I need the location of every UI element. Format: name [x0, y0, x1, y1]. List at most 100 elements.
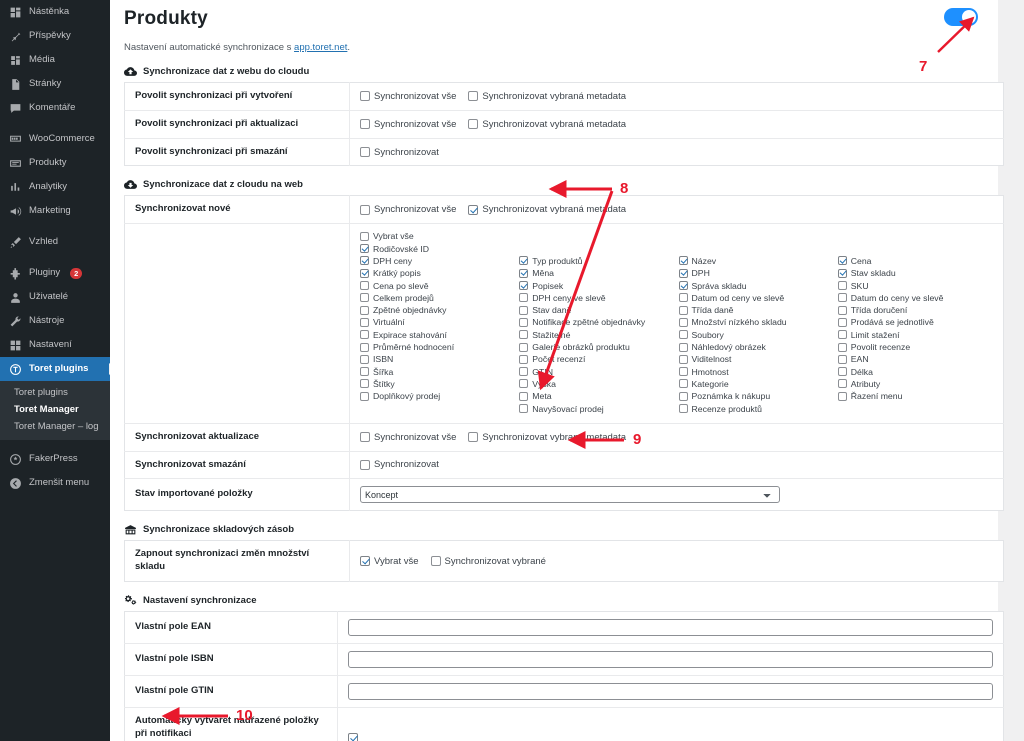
checkbox-box[interactable] — [678, 342, 688, 352]
metadata-checkbox-3-2[interactable]: DPH — [678, 267, 834, 279]
sidebar-item-komentare[interactable]: Komentáře — [0, 96, 110, 120]
master-sync-toggle[interactable] — [944, 8, 978, 26]
metadata-checkbox-3-13[interactable]: Recenze produktů — [678, 402, 834, 414]
checkbox-c2w-new-1[interactable]: Synchronizovat vybraná metadata — [468, 204, 626, 215]
custom-field-gtin-input[interactable] — [348, 682, 993, 700]
metadata-checkbox-3-4[interactable]: Datum od ceny ve slevě — [678, 292, 834, 304]
checkbox-c2w-upd-0[interactable]: Synchronizovat vše — [360, 432, 456, 443]
checkbox-box[interactable] — [360, 91, 370, 102]
sidebar-item-pluginy[interactable]: Pluginy 2 — [0, 261, 110, 285]
checkbox-w2c1-0[interactable]: Synchronizovat vše — [360, 119, 456, 130]
checkbox-box[interactable] — [360, 281, 369, 291]
sidebar-item-media[interactable]: Média — [0, 48, 110, 72]
checkbox-box[interactable] — [837, 317, 847, 327]
submenu-item-0[interactable]: Toret plugins — [0, 384, 110, 401]
metadata-checkbox-4-6[interactable]: Prodává se jednotlivě — [837, 316, 993, 328]
checkbox-w2c1-1[interactable]: Synchronizovat vybraná metadata — [468, 119, 626, 130]
metadata-checkbox-2-7[interactable]: Stažitelné — [519, 329, 674, 341]
metadata-checkbox-1-9[interactable]: Průměrné hodnocení — [360, 341, 515, 353]
checkbox-box[interactable] — [360, 342, 369, 352]
import-status-select[interactable]: KonceptPublikovánoČeká na schváleníSoukr… — [360, 486, 780, 504]
checkbox-box[interactable] — [468, 432, 479, 443]
sidebar-item-uzivatele[interactable]: Uživatelé — [0, 285, 110, 309]
metadata-checkbox-2-1[interactable]: Typ produktů — [519, 255, 674, 267]
metadata-checkbox-3-9[interactable]: Viditelnost — [678, 353, 834, 365]
metadata-checkbox-4-10[interactable]: Délka — [837, 366, 993, 378]
checkbox-box[interactable] — [360, 256, 369, 266]
checkbox-box[interactable] — [360, 432, 370, 443]
checkbox-box[interactable] — [519, 330, 529, 340]
metadata-checkbox-2-4[interactable]: DPH ceny ve slevě — [519, 292, 674, 304]
checkbox-box[interactable] — [837, 391, 847, 401]
checkbox-box[interactable] — [519, 293, 529, 303]
metadata-checkbox-3-10[interactable]: Hmotnost — [678, 366, 834, 378]
checkbox-box[interactable] — [837, 293, 847, 303]
sidebar-item-nastroje[interactable]: Nástroje — [0, 309, 110, 333]
metadata-checkbox-2-10[interactable]: GTIN — [519, 366, 674, 378]
custom-field-isbn-input[interactable] — [348, 650, 993, 668]
checkbox-box[interactable] — [468, 91, 479, 102]
metadata-checkbox-3-7[interactable]: Soubory — [678, 329, 834, 341]
metadata-checkbox-3-3[interactable]: Správa skladu — [678, 279, 834, 291]
checkbox-box[interactable] — [519, 367, 529, 377]
metadata-checkbox-2-5[interactable]: Stav daně — [519, 304, 674, 316]
checkbox-box[interactable] — [837, 342, 847, 352]
metadata-checkbox-3-11[interactable]: Kategorie — [678, 378, 834, 390]
checkbox-box[interactable] — [519, 404, 529, 414]
metadata-checkbox-3-6[interactable]: Množství nízkého skladu — [678, 316, 834, 328]
checkbox-box[interactable] — [837, 268, 847, 278]
checkbox-box[interactable] — [837, 305, 847, 315]
checkbox-box[interactable] — [678, 391, 688, 401]
sidebar-item-marketing[interactable]: Marketing — [0, 199, 110, 223]
metadata-checkbox-3-1[interactable]: Název — [678, 255, 834, 267]
auto-create-parent-checkbox[interactable] — [348, 733, 358, 741]
metadata-checkbox-4-4[interactable]: Datum do ceny ve slevě — [837, 292, 993, 304]
sidebar-item-nastaveni[interactable]: Nastavení — [0, 333, 110, 357]
checkbox-c2w-new-0[interactable]: Synchronizovat vše — [360, 204, 456, 215]
checkbox-box[interactable] — [837, 281, 847, 291]
metadata-checkbox-4-9[interactable]: EAN — [837, 353, 993, 365]
checkbox-box[interactable] — [360, 119, 370, 130]
checkbox-w2c0-0[interactable]: Synchronizovat vše — [360, 91, 456, 102]
metadata-checkbox-4-12[interactable]: Řazení menu — [837, 390, 993, 402]
checkbox-box[interactable] — [360, 391, 369, 401]
checkbox-box[interactable] — [678, 330, 688, 340]
metadata-checkbox-1-8[interactable]: Expirace stahování — [360, 329, 515, 341]
checkbox-box[interactable] — [519, 256, 529, 266]
sidebar-item-nastenka[interactable]: Nástěnka — [0, 0, 110, 24]
checkbox-c2w-del-0[interactable]: Synchronizovat — [360, 459, 439, 470]
metadata-checkbox-2-11[interactable]: Výška — [519, 378, 674, 390]
metadata-checkbox-1-2[interactable]: DPH ceny — [360, 255, 515, 267]
checkbox-w2c2-0[interactable]: Synchronizovat — [360, 147, 439, 158]
checkbox-box[interactable] — [837, 379, 847, 389]
metadata-checkbox-2-2[interactable]: Měna — [519, 267, 674, 279]
checkbox-box[interactable] — [678, 367, 688, 377]
checkbox-box[interactable] — [519, 317, 529, 327]
checkbox-stock-1[interactable]: Synchronizovat vybrané — [430, 556, 546, 567]
checkbox-box[interactable] — [519, 268, 529, 278]
metadata-checkbox-4-5[interactable]: Třída doručení — [837, 304, 993, 316]
checkbox-box[interactable] — [360, 293, 369, 303]
checkbox-box[interactable] — [360, 330, 369, 340]
toret-app-link[interactable]: app.toret.net — [294, 42, 347, 53]
checkbox-c2w-upd-1[interactable]: Synchronizovat vybraná metadata — [468, 432, 626, 443]
metadata-checkbox-1-11[interactable]: Šířka — [360, 366, 515, 378]
metadata-checkbox-2-12[interactable]: Meta — [519, 390, 674, 402]
checkbox-box[interactable] — [360, 244, 369, 254]
custom-field-ean-input[interactable] — [348, 618, 993, 636]
checkbox-box[interactable] — [430, 556, 441, 567]
checkbox-box[interactable] — [468, 204, 479, 215]
checkbox-box[interactable] — [360, 268, 369, 278]
checkbox-box[interactable] — [468, 119, 479, 130]
sidebar-item-produkty[interactable]: Produkty — [0, 151, 110, 175]
checkbox-box[interactable] — [519, 379, 529, 389]
metadata-checkbox-1-4[interactable]: Cena po slevě — [360, 279, 515, 291]
metadata-checkbox-4-2[interactable]: Stav skladu — [837, 267, 993, 279]
checkbox-box[interactable] — [678, 317, 688, 327]
metadata-checkbox-1-5[interactable]: Celkem prodejů — [360, 292, 515, 304]
checkbox-box[interactable] — [519, 281, 529, 291]
checkbox-box[interactable] — [837, 256, 847, 266]
checkbox-box[interactable] — [360, 147, 370, 158]
checkbox-w2c0-1[interactable]: Synchronizovat vybraná metadata — [468, 91, 626, 102]
checkbox-box[interactable] — [678, 404, 688, 414]
